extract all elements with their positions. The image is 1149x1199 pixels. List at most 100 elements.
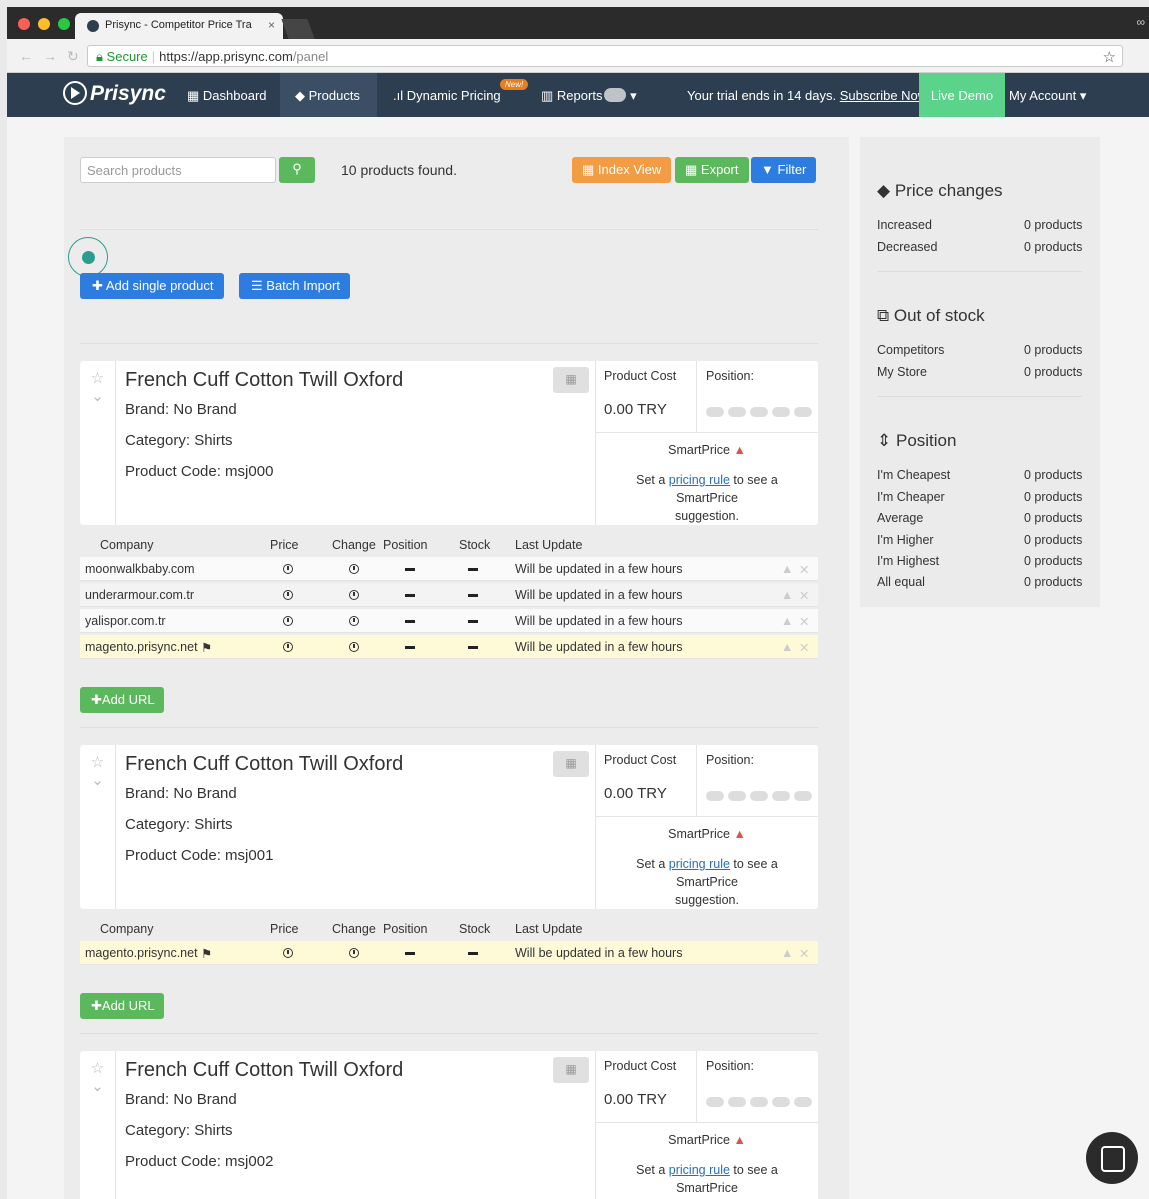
dash-icon bbox=[468, 952, 478, 955]
product-card: ☆ ⌄ French Cuff Cotton Twill Oxford Brand… bbox=[80, 361, 818, 525]
competitor-row[interactable]: underarmour.com.tr Will be updated in a … bbox=[80, 583, 818, 607]
product-name[interactable]: French Cuff Cotton Twill Oxford bbox=[125, 753, 403, 776]
url-field[interactable]: 🔒︎ Secure | https://app.prisync.com/panel … bbox=[87, 45, 1123, 67]
stat-average[interactable]: Average 0 products bbox=[877, 511, 1087, 525]
add-url-button[interactable]: ✚Add URL bbox=[80, 993, 164, 1019]
browser-tab[interactable]: Prisync - Competitor Price Tra × bbox=[75, 13, 283, 39]
maximize-window-button[interactable] bbox=[58, 18, 70, 30]
product-cost-cell[interactable]: Product Cost 0.00 TRY bbox=[595, 1051, 696, 1123]
stat-highest[interactable]: I'm Highest 0 products bbox=[877, 554, 1087, 568]
reports-count-badge bbox=[604, 88, 627, 102]
stat-decreased[interactable]: Decreased 0 products bbox=[877, 240, 1087, 254]
filter-icon: ▼ bbox=[761, 162, 774, 177]
pricing-rule-link[interactable]: pricing rule bbox=[669, 1163, 730, 1177]
add-single-product-button[interactable]: ✚ Add single product bbox=[80, 273, 224, 299]
stat-cheaper[interactable]: I'm Cheaper 0 products bbox=[877, 490, 1087, 504]
filter-button[interactable]: ▼ Filter bbox=[751, 157, 817, 183]
prisync-logo[interactable]: Prisync bbox=[63, 81, 166, 106]
stat-all-equal[interactable]: All equal 0 products bbox=[877, 575, 1087, 589]
batch-import-button[interactable]: ☰ Batch Import bbox=[239, 273, 350, 299]
warning-icon[interactable]: ▲ bbox=[781, 588, 793, 602]
product-cost-cell[interactable]: Product Cost 0.00 TRY bbox=[595, 745, 696, 817]
caret-down-icon: ▾ bbox=[630, 88, 637, 103]
live-demo-button[interactable]: Live Demo bbox=[919, 73, 1005, 117]
plus-icon: ✚ bbox=[91, 998, 102, 1013]
warning-icon[interactable]: ▲ bbox=[781, 946, 793, 960]
close-window-button[interactable] bbox=[18, 18, 30, 30]
chevron-down-icon[interactable]: ⌄ bbox=[80, 1077, 115, 1095]
clock-icon bbox=[283, 564, 293, 574]
stat-my-store[interactable]: My Store 0 products bbox=[877, 365, 1087, 379]
star-icon[interactable]: ☆ bbox=[80, 753, 115, 771]
stat-increased[interactable]: Increased 0 products bbox=[877, 218, 1087, 232]
index-view-button[interactable]: ▦ Index View bbox=[572, 157, 672, 183]
export-button[interactable]: ▦ Export bbox=[675, 157, 749, 183]
chevron-down-icon[interactable]: ⌄ bbox=[80, 771, 115, 789]
search-button[interactable]: ⚲ bbox=[279, 157, 315, 183]
star-icon[interactable]: ☆ bbox=[80, 369, 115, 387]
position-heading: ⇕ Position bbox=[877, 431, 957, 450]
nav-reports[interactable]: ▥ Reports ▾ bbox=[541, 73, 637, 117]
forward-icon[interactable]: → bbox=[43, 48, 57, 64]
remove-icon[interactable]: ✕ bbox=[799, 946, 809, 961]
new-tab-button[interactable] bbox=[281, 19, 315, 39]
smartprice-box: SmartPrice ▲ Set a pricing rule to see a… bbox=[595, 1123, 818, 1199]
stat-competitors[interactable]: Competitors 0 products bbox=[877, 343, 1087, 357]
calendar-icon[interactable]: ▦ bbox=[553, 367, 589, 393]
dash-icon bbox=[468, 568, 478, 571]
onboarding-hotspot[interactable] bbox=[68, 237, 108, 277]
products-found-count: 10 products found. bbox=[341, 162, 457, 178]
remove-icon[interactable]: ✕ bbox=[799, 588, 809, 603]
dash-icon bbox=[468, 646, 478, 649]
remove-icon[interactable]: ✕ bbox=[799, 640, 809, 655]
star-icon[interactable]: ☆ bbox=[80, 1059, 115, 1077]
warning-icon[interactable]: ▲ bbox=[781, 562, 793, 576]
flag-icon: ⚑ bbox=[201, 641, 213, 655]
smartprice-box: SmartPrice ▲ Set a pricing rule to see a… bbox=[595, 433, 818, 525]
product-cost-cell[interactable]: Product Cost 0.00 TRY bbox=[595, 361, 696, 433]
nav-products[interactable]: ◆ Products bbox=[280, 73, 377, 117]
chevron-down-icon[interactable]: ⌄ bbox=[80, 387, 115, 405]
dash-icon bbox=[405, 568, 415, 571]
plus-icon: ✚ bbox=[91, 692, 102, 707]
grid-icon: ▦ bbox=[187, 88, 200, 103]
competitor-row[interactable]: moonwalkbaby.com Will be updated in a fe… bbox=[80, 557, 818, 581]
warning-icon[interactable]: ▲ bbox=[781, 640, 793, 654]
pricing-rule-link[interactable]: pricing rule bbox=[669, 857, 730, 871]
pricing-rule-link[interactable]: pricing rule bbox=[669, 473, 730, 487]
close-tab-icon[interactable]: × bbox=[268, 18, 275, 32]
subscribe-link[interactable]: Subscribe Now! bbox=[840, 88, 931, 103]
back-icon[interactable]: ← bbox=[19, 48, 33, 64]
competitor-table-header: Company Price Change Position Stock Last… bbox=[100, 538, 583, 552]
bar-chart-icon: ▥ bbox=[541, 88, 554, 103]
product-name[interactable]: French Cuff Cotton Twill Oxford bbox=[125, 369, 403, 392]
competitor-row[interactable]: yalispor.com.tr Will be updated in a few… bbox=[80, 609, 818, 633]
my-store-row[interactable]: magento.prisync.net ⚑ Will be updated in … bbox=[80, 941, 818, 965]
clock-icon bbox=[349, 948, 359, 958]
clock-icon bbox=[349, 590, 359, 600]
nav-dynamic-pricing[interactable]: .ıl Dynamic Pricing bbox=[393, 73, 501, 117]
search-input[interactable]: Search products bbox=[80, 157, 276, 183]
nav-dashboard[interactable]: ▦ Dashboard bbox=[187, 73, 267, 117]
chat-widget-button[interactable] bbox=[1086, 1132, 1138, 1184]
calendar-icon[interactable]: ▦ bbox=[553, 751, 589, 777]
minimize-window-button[interactable] bbox=[38, 18, 50, 30]
warning-icon[interactable]: ▲ bbox=[781, 614, 793, 628]
stat-higher[interactable]: I'm Higher 0 products bbox=[877, 533, 1087, 547]
product-code: Product Code: msj002 bbox=[125, 1153, 274, 1170]
add-url-button[interactable]: ✚Add URL bbox=[80, 687, 164, 713]
position-indicator bbox=[706, 790, 812, 804]
product-name[interactable]: French Cuff Cotton Twill Oxford bbox=[125, 1059, 403, 1082]
remove-icon[interactable]: ✕ bbox=[799, 562, 809, 577]
incognito-icon: ∞ bbox=[1136, 15, 1145, 29]
remove-icon[interactable]: ✕ bbox=[799, 614, 809, 629]
clock-icon bbox=[283, 590, 293, 600]
top-navbar: Prisync ▦ Dashboard ◆ Products .ıl Dynam… bbox=[7, 73, 1149, 117]
bookmark-star-icon[interactable]: ☆ bbox=[1103, 48, 1116, 66]
stat-cheapest[interactable]: I'm Cheapest 0 products bbox=[877, 468, 1087, 482]
my-store-row[interactable]: magento.prisync.net ⚑ Will be updated in … bbox=[80, 635, 818, 659]
clock-icon bbox=[349, 642, 359, 652]
reload-icon[interactable]: ↻ bbox=[67, 48, 79, 65]
my-account-menu[interactable]: My Account ▾ bbox=[1009, 88, 1086, 104]
calendar-icon[interactable]: ▦ bbox=[553, 1057, 589, 1083]
